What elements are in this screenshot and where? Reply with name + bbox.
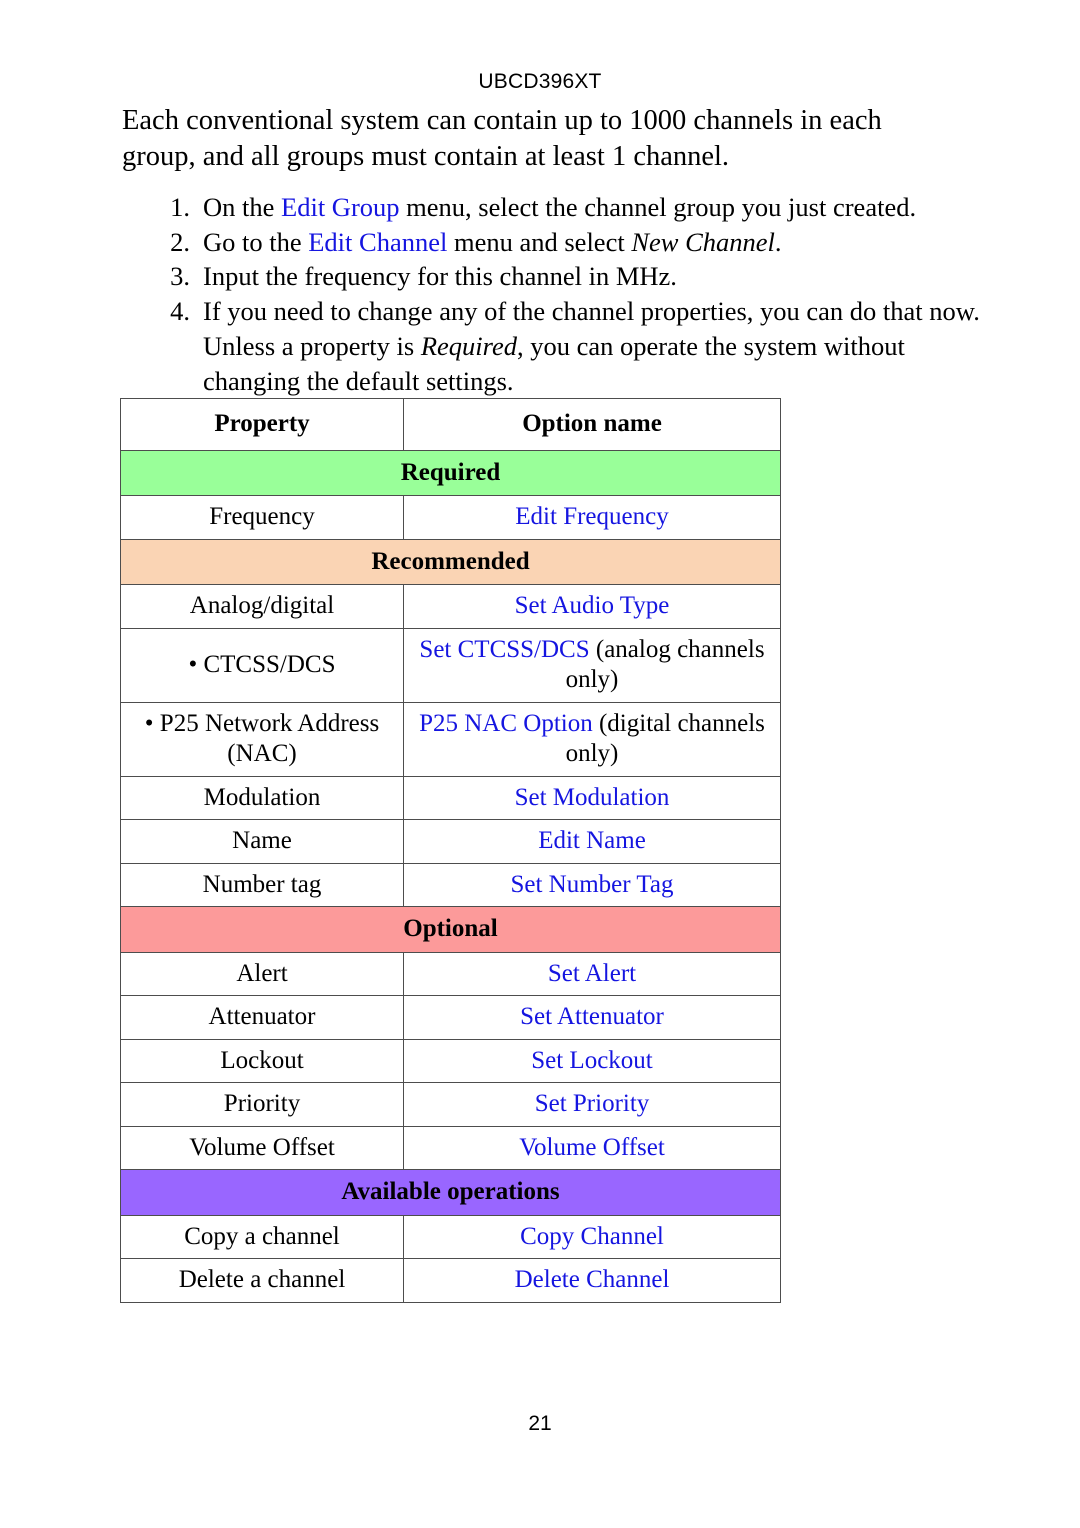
cell-property-name: Delete a channel <box>120 1258 404 1303</box>
list-item-text: Input the frequency for this channel in … <box>203 259 990 294</box>
table-section-banner: Recommended <box>120 538 781 585</box>
column-header-option-name: Option name <box>403 398 781 451</box>
list-item-number: 3. <box>170 261 190 292</box>
cell-property-name: Alert <box>120 951 404 996</box>
cell-option-name: Set Attenuator <box>403 995 781 1040</box>
section-banner-label: Optional <box>120 906 781 953</box>
table-section-banner: Required <box>120 449 781 496</box>
cell-property-name: Attenuator <box>120 995 404 1040</box>
cell-property-name: Copy a channel <box>120 1214 404 1259</box>
section-banner-label: Recommended <box>120 538 781 585</box>
list-item-number: 4. <box>170 296 190 327</box>
table-row: Lockout Set Lockout <box>120 1038 781 1083</box>
list-item-number: 1. <box>170 192 190 222</box>
option-menu-link[interactable]: Set CTCSS/DCS <box>419 636 589 663</box>
option-menu-link[interactable]: Set Lockout <box>531 1047 653 1074</box>
list-item: 1. On the Edit Group menu, select the cha… <box>150 190 990 225</box>
cell-property-name: Volume Offset <box>120 1125 404 1170</box>
table-row: Analog/digital Set Audio Type <box>120 584 781 629</box>
table-body: Property Option name Required Frequency Edit… <box>120 398 781 1303</box>
menu-reference-link[interactable]: Edit Channel <box>308 227 447 257</box>
cell-property-name: Name <box>120 819 404 864</box>
emphasis-text: Required <box>420 330 518 361</box>
cell-option-name: Set Audio Type <box>403 584 781 629</box>
page-number: 21 <box>528 1412 552 1435</box>
numbered-steps-list: 1. On the Edit Group menu, select the cha… <box>150 190 990 398</box>
option-qualifier-note: (analog channels only) <box>565 635 765 694</box>
channel-properties-table: Property Option name Required Frequency Edit… <box>120 398 781 1303</box>
cell-option-name: Set Priority <box>403 1082 781 1127</box>
option-menu-link[interactable]: Set Alert <box>548 960 636 987</box>
cell-property-name: Number tag <box>120 862 404 907</box>
cell-property-name: Lockout <box>120 1038 404 1083</box>
option-menu-link[interactable]: Set Number Tag <box>510 871 673 898</box>
cell-property-name: • P25 Network Address (NAC) <box>120 701 404 777</box>
cell-option-name: Volume Offset <box>403 1125 781 1170</box>
cell-property-name: Analog/digital <box>120 584 404 629</box>
option-menu-link[interactable]: Delete Channel <box>515 1266 670 1293</box>
cell-property-name: Frequency <box>120 495 404 540</box>
cell-option-name: Set CTCSS/DCS (analog channels only) <box>403 627 781 703</box>
option-menu-link[interactable]: Set Priority <box>535 1090 650 1117</box>
option-menu-link[interactable]: Edit Name <box>538 827 646 854</box>
option-menu-link[interactable]: Copy Channel <box>520 1223 664 1250</box>
table-row: Number tag Set Number Tag <box>120 862 781 907</box>
cell-option-name: Set Alert <box>403 951 781 996</box>
intro-paragraph: Each conventional system can contain up … <box>122 105 882 173</box>
list-item-text: If you need to change any of the channel… <box>203 294 990 398</box>
table-section-banner: Optional <box>120 906 781 953</box>
running-header-model: UBCD396XT <box>478 70 602 93</box>
table-row: Modulation Set Modulation <box>120 775 781 820</box>
text-run: Go to the <box>203 226 309 257</box>
section-banner-label: Required <box>120 449 781 496</box>
table-row: Attenuator Set Attenuator <box>120 995 781 1040</box>
cell-option-name: Copy Channel <box>403 1214 781 1259</box>
text-run: On the <box>203 192 282 222</box>
menu-reference-link[interactable]: Edit Group <box>281 192 400 222</box>
cell-property-name: Priority <box>120 1082 404 1127</box>
section-banner-label: Available operations <box>120 1169 781 1216</box>
option-menu-link[interactable]: P25 NAC Option <box>419 710 593 737</box>
cell-property-name: Modulation <box>120 775 404 820</box>
list-item-number: 2. <box>170 226 190 257</box>
text-run: menu, select the channel group you just … <box>399 192 917 222</box>
table-row: Priority Set Priority <box>120 1082 781 1127</box>
option-menu-link[interactable]: Volume Offset <box>519 1134 665 1161</box>
option-menu-link[interactable]: Set Audio Type <box>515 592 670 619</box>
table-row: Frequency Edit Frequency <box>120 495 781 540</box>
text-run: . <box>774 226 782 257</box>
cell-option-name: Edit Frequency <box>403 495 781 540</box>
list-item-text: On the Edit Group menu, select the chann… <box>203 190 990 225</box>
table-row: Copy a channel Copy Channel <box>120 1214 781 1259</box>
emphasis-text: New Channel <box>631 226 775 257</box>
text-run: Input the frequency for this channel in … <box>203 261 677 292</box>
text-run: menu and select <box>447 226 632 257</box>
table-section-banner: Available operations <box>120 1169 781 1216</box>
option-menu-link[interactable]: Set Modulation <box>515 784 670 811</box>
table-row: • CTCSS/DCS Set CTCSS/DCS (analog channel… <box>120 627 781 703</box>
option-menu-link[interactable]: Edit Frequency <box>515 503 668 530</box>
table-row: Alert Set Alert <box>120 951 781 996</box>
table-row: • P25 Network Address (NAC) P25 NAC Optio… <box>120 701 781 777</box>
list-item-text: Go to the Edit Channel menu and select N… <box>203 225 990 260</box>
cell-option-name: P25 NAC Option (digital channels only) <box>403 701 781 777</box>
table-header-row: Property Option name <box>120 398 781 451</box>
cell-option-name: Set Lockout <box>403 1038 781 1083</box>
list-item: 4. If you need to change any of the chann… <box>150 294 990 398</box>
table-row: Name Edit Name <box>120 819 781 864</box>
option-menu-link[interactable]: Set Attenuator <box>520 1003 664 1030</box>
cell-option-name: Delete Channel <box>403 1258 781 1303</box>
table-row: Volume Offset Volume Offset <box>120 1125 781 1170</box>
list-item: 3. Input the frequency for this channel i… <box>150 259 990 294</box>
table-row: Delete a channel Delete Channel <box>120 1258 781 1303</box>
cell-option-name: Set Modulation <box>403 775 781 820</box>
column-header-property: Property <box>120 398 404 451</box>
cell-property-name: • CTCSS/DCS <box>120 627 404 703</box>
cell-option-name: Set Number Tag <box>403 862 781 907</box>
cell-option-name: Edit Name <box>403 819 781 864</box>
option-qualifier-note: (digital channels only) <box>565 709 765 768</box>
list-item: 2. Go to the Edit Channel menu and select… <box>150 225 990 260</box>
